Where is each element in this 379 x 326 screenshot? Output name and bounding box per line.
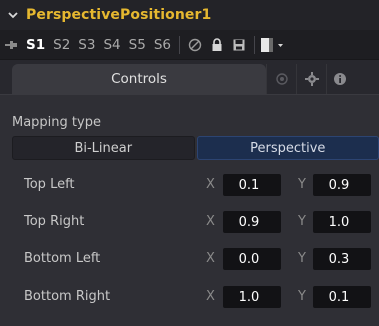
- y-axis-label: Y: [298, 177, 306, 192]
- lock-icon[interactable]: [207, 35, 227, 55]
- y-value-field[interactable]: 0.1: [313, 286, 371, 308]
- save-icon[interactable]: [229, 35, 249, 55]
- y-axis-label: Y: [298, 251, 306, 266]
- tab-settings-gear-icon[interactable]: [296, 64, 326, 94]
- x-value-field[interactable]: 0.0: [223, 248, 281, 270]
- divider: [253, 35, 255, 54]
- pin-icon[interactable]: [0, 39, 22, 51]
- collapse-chevron-icon[interactable]: [0, 9, 26, 21]
- node-title: PerspectivePositioner1: [26, 7, 212, 23]
- mapping-perspective-button[interactable]: Perspective: [196, 136, 379, 160]
- corner-label: Bottom Left: [24, 251, 101, 266]
- corner-row-top-right: Top Right X 0.9 Y 1.0: [0, 210, 379, 236]
- mapping-bilinear-button[interactable]: Bi-Linear: [12, 136, 195, 160]
- x-axis-label: X: [206, 177, 215, 192]
- x-axis-label: X: [206, 251, 215, 266]
- mapping-type-label: Mapping type: [12, 115, 101, 130]
- tab-modifiers-icon[interactable]: [266, 64, 296, 94]
- x-axis-label: X: [206, 289, 215, 304]
- corner-label: Top Right: [24, 214, 85, 229]
- version-bar: S1 S2 S3 S4 S5 S6: [0, 30, 379, 60]
- version-button-s4[interactable]: S4: [99, 35, 124, 55]
- version-button-s3[interactable]: S3: [74, 35, 99, 55]
- corner-row-top-left: Top Left X 0.1 Y 0.9: [0, 173, 379, 199]
- disable-icon[interactable]: [185, 35, 205, 55]
- color-swatch-icon[interactable]: [260, 35, 288, 55]
- y-value-field[interactable]: 0.3: [313, 248, 371, 270]
- x-value-field[interactable]: 1.0: [223, 286, 281, 308]
- x-value-field[interactable]: 0.1: [223, 174, 281, 196]
- inspector-tabs: Controls: [0, 64, 379, 94]
- tab-controls[interactable]: Controls: [12, 64, 266, 94]
- x-axis-label: X: [206, 214, 215, 229]
- corner-row-bottom-left: Bottom Left X 0.0 Y 0.3: [0, 247, 379, 273]
- version-button-s2[interactable]: S2: [49, 35, 74, 55]
- version-button-s5[interactable]: S5: [125, 35, 150, 55]
- y-value-field[interactable]: 1.0: [313, 211, 371, 233]
- divider: [178, 35, 180, 54]
- corner-label: Top Left: [24, 177, 75, 192]
- y-value-field[interactable]: 0.9: [313, 174, 371, 196]
- version-button-s6[interactable]: S6: [150, 35, 175, 55]
- version-button-s1[interactable]: S1: [22, 35, 49, 55]
- controls-panel: Mapping type Bi-Linear Perspective Top L…: [0, 94, 379, 326]
- mapping-type-selector: Bi-Linear Perspective: [12, 136, 379, 160]
- corner-label: Bottom Right: [24, 289, 111, 304]
- tab-info-icon[interactable]: [326, 64, 353, 94]
- y-axis-label: Y: [298, 214, 306, 229]
- y-axis-label: Y: [298, 289, 306, 304]
- x-value-field[interactable]: 0.9: [223, 211, 281, 233]
- corner-row-bottom-right: Bottom Right X 1.0 Y 0.1: [0, 285, 379, 311]
- node-header: PerspectivePositioner1: [0, 0, 379, 30]
